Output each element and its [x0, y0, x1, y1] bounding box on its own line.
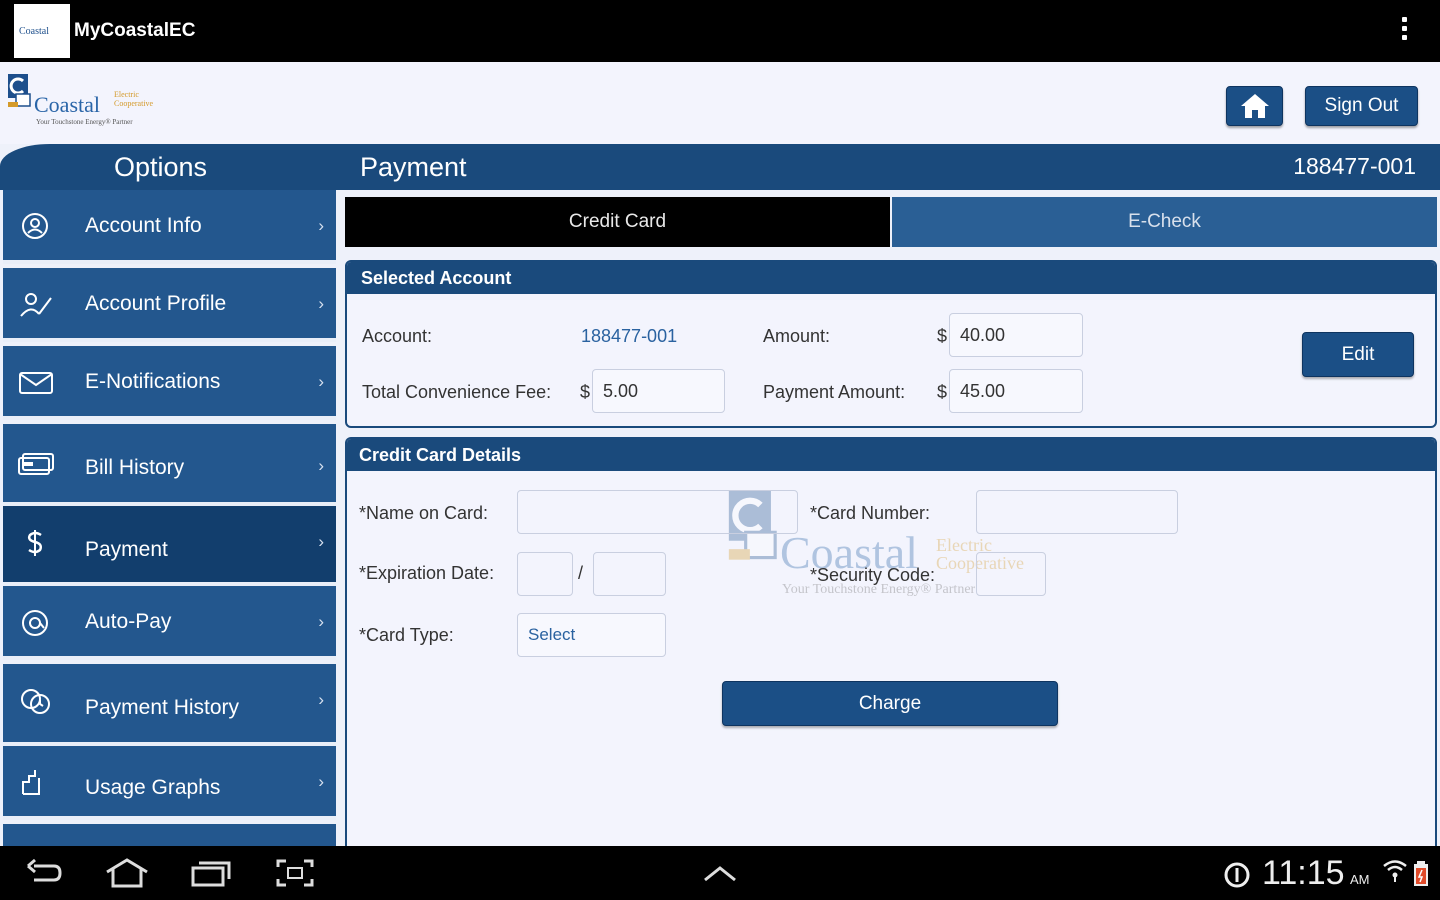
logo-sub-1: Electric: [114, 90, 139, 99]
expiration-date-label: *Expiration Date:: [359, 563, 495, 583]
options-sidebar: Options Account Info › Account Profile ›…: [0, 144, 338, 846]
account-label: Account:: [362, 326, 433, 346]
card-type-select[interactable]: Select: [517, 613, 666, 657]
sidebar-item-account-profile[interactable]: Account Profile ›: [3, 268, 336, 342]
account-value: 188477-001: [581, 326, 678, 346]
sidebar-item-label: Auto-Pay: [85, 610, 172, 633]
payment-history-icon: [21, 689, 50, 714]
payment-amount-label: Payment Amount:: [763, 382, 906, 402]
charge-button[interactable]: Charge: [722, 681, 1058, 726]
home-icon: [1241, 94, 1269, 118]
sidebar-item-auto-pay[interactable]: Auto-Pay ›: [3, 586, 336, 660]
sidebar-item-label: Payment History: [85, 696, 240, 719]
panel-title: Credit Card Details: [347, 439, 1435, 471]
tab-e-check[interactable]: E-Check: [892, 197, 1437, 247]
app-title-bar: Coastal MyCoastalEC: [0, 0, 1440, 62]
overflow-menu-icon[interactable]: [1392, 14, 1416, 48]
dollar-icon: [27, 530, 43, 556]
payment-amount-currency: $: [937, 382, 948, 402]
expiration-month-input[interactable]: [517, 552, 573, 596]
chevron-right-icon: ›: [318, 612, 324, 631]
logo-mark-icon: [8, 74, 31, 107]
chevron-right-icon: ›: [318, 294, 324, 313]
payment-amount-field[interactable]: 45.00: [949, 369, 1083, 413]
chevron-up-icon[interactable]: [702, 864, 738, 884]
fee-currency: $: [580, 382, 591, 402]
back-icon[interactable]: [24, 858, 64, 888]
logo-brand: Coastal: [34, 92, 100, 117]
chevron-right-icon: ›: [318, 690, 324, 709]
card-type-label: *Card Type:: [359, 625, 454, 645]
name-on-card-label: *Name on Card:: [359, 503, 489, 523]
chevron-right-icon: ›: [318, 532, 324, 551]
card-number-label: *Card Number:: [810, 503, 931, 523]
chevron-right-icon: ›: [318, 772, 324, 791]
screenshot-icon[interactable]: [275, 858, 315, 888]
status-clock: 11:15: [1262, 854, 1345, 892]
sidebar-item-label: Payment: [85, 538, 168, 561]
sidebar-item-label: E-Notifications: [85, 370, 221, 393]
app-title: MyCoastalEC: [74, 20, 196, 41]
amount-label: Amount:: [763, 326, 831, 346]
sidebar-item-label: Account Profile: [85, 292, 227, 315]
autopay-icon: [22, 610, 48, 636]
edit-button[interactable]: Edit: [1302, 332, 1414, 377]
recent-apps-icon[interactable]: [190, 858, 232, 888]
expiration-separator: /: [578, 563, 584, 583]
logo-brand-sub: Electric Cooperative: [114, 90, 153, 108]
battery-icon: [1414, 861, 1428, 886]
account-number: 188477-001: [1293, 153, 1416, 179]
convenience-fee-field[interactable]: 5.00: [592, 369, 725, 413]
name-on-card-input[interactable]: [517, 490, 798, 534]
app-icon-text: Coastal: [19, 26, 49, 37]
sidebar-item-e-notifications[interactable]: E-Notifications ›: [3, 346, 336, 420]
sync-status-icon: [1224, 862, 1250, 888]
card-number-input[interactable]: [976, 490, 1178, 534]
envelope-icon: [19, 372, 53, 394]
sidebar-item-more[interactable]: [3, 824, 336, 846]
page-title: Payment: [360, 152, 467, 182]
wifi-icon: [1383, 860, 1407, 882]
chevron-right-icon: ›: [318, 372, 324, 391]
bill-icon: [18, 453, 54, 475]
security-code-label: *Security Code:: [810, 565, 936, 585]
coastal-logo: Coastal Electric Cooperative Your Touchst…: [6, 70, 186, 134]
amount-field[interactable]: 40.00: [949, 313, 1083, 357]
sidebar-title: Options: [0, 144, 338, 190]
security-code-input[interactable]: [976, 552, 1046, 596]
sidebar-item-usage-graphs[interactable]: Usage Graphs ›: [3, 746, 336, 820]
chevron-right-icon: ›: [318, 216, 324, 235]
home-nav-icon[interactable]: [104, 858, 150, 888]
graph-icon: [22, 770, 40, 795]
amount-currency: $: [937, 326, 948, 346]
sidebar-item-payment-history[interactable]: Payment History ›: [3, 664, 336, 746]
sidebar-item-payment[interactable]: Payment ›: [3, 506, 336, 586]
sidebar-item-label: Bill History: [85, 456, 185, 479]
sidebar-item-bill-history[interactable]: Bill History ›: [3, 424, 336, 506]
logo-tagline: Your Touchstone Energy® Partner: [36, 118, 133, 126]
panel-title: Selected Account: [347, 262, 1435, 294]
user-circle-icon: [22, 213, 48, 239]
convenience-fee-label: Total Convenience Fee:: [362, 382, 552, 402]
sidebar-item-label: Account Info: [85, 214, 202, 237]
payment-header: Payment 188477-001: [338, 144, 1440, 190]
app-icon: Coastal: [14, 4, 70, 58]
chevron-right-icon: ›: [318, 456, 324, 475]
tab-credit-card[interactable]: Credit Card: [345, 197, 890, 247]
sidebar-item-account-info[interactable]: Account Info ›: [3, 190, 336, 264]
status-ampm: AM: [1350, 872, 1370, 887]
page-header: Coastal Electric Cooperative Your Touchst…: [0, 62, 1440, 144]
expiration-year-input[interactable]: [593, 552, 666, 596]
system-nav-bar: 11:15 AM: [0, 846, 1440, 900]
sign-out-button[interactable]: Sign Out: [1305, 86, 1418, 126]
profile-edit-icon: [20, 293, 52, 317]
home-button[interactable]: [1226, 86, 1283, 126]
logo-sub-2: Cooperative: [114, 99, 154, 108]
sidebar-item-label: Usage Graphs: [85, 776, 221, 799]
